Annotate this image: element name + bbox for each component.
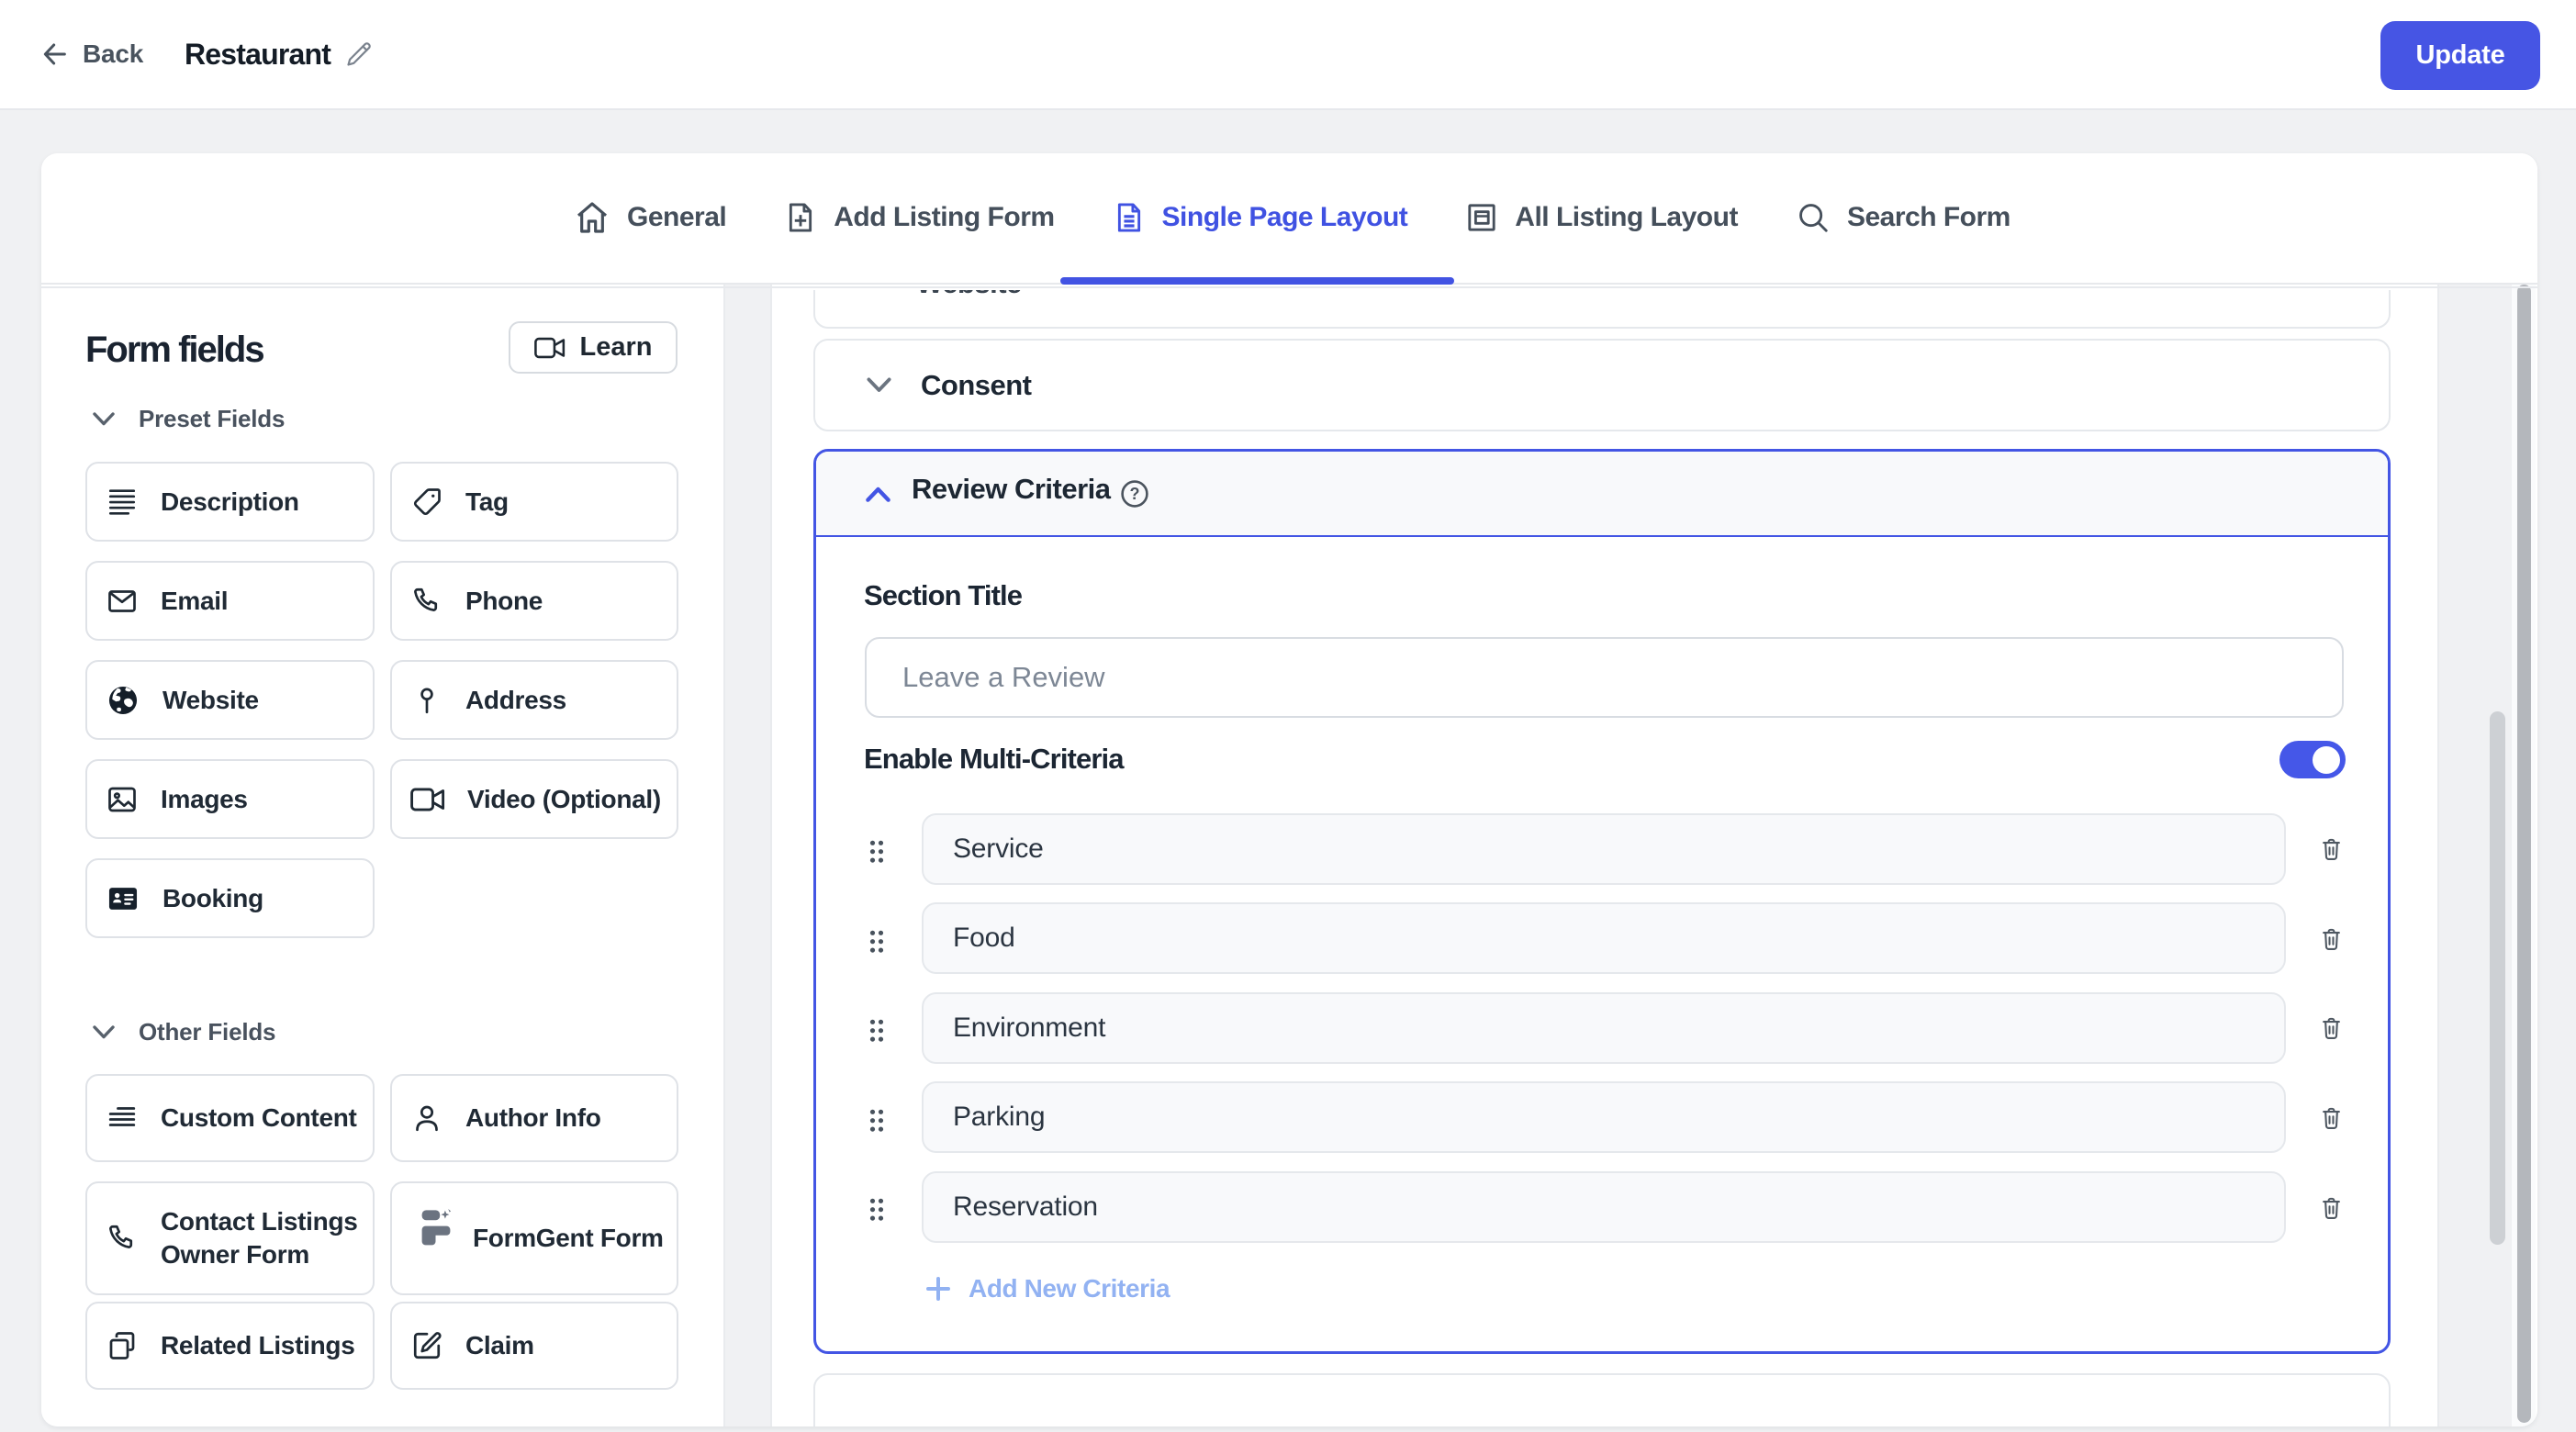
- svg-text:?: ?: [1130, 485, 1140, 503]
